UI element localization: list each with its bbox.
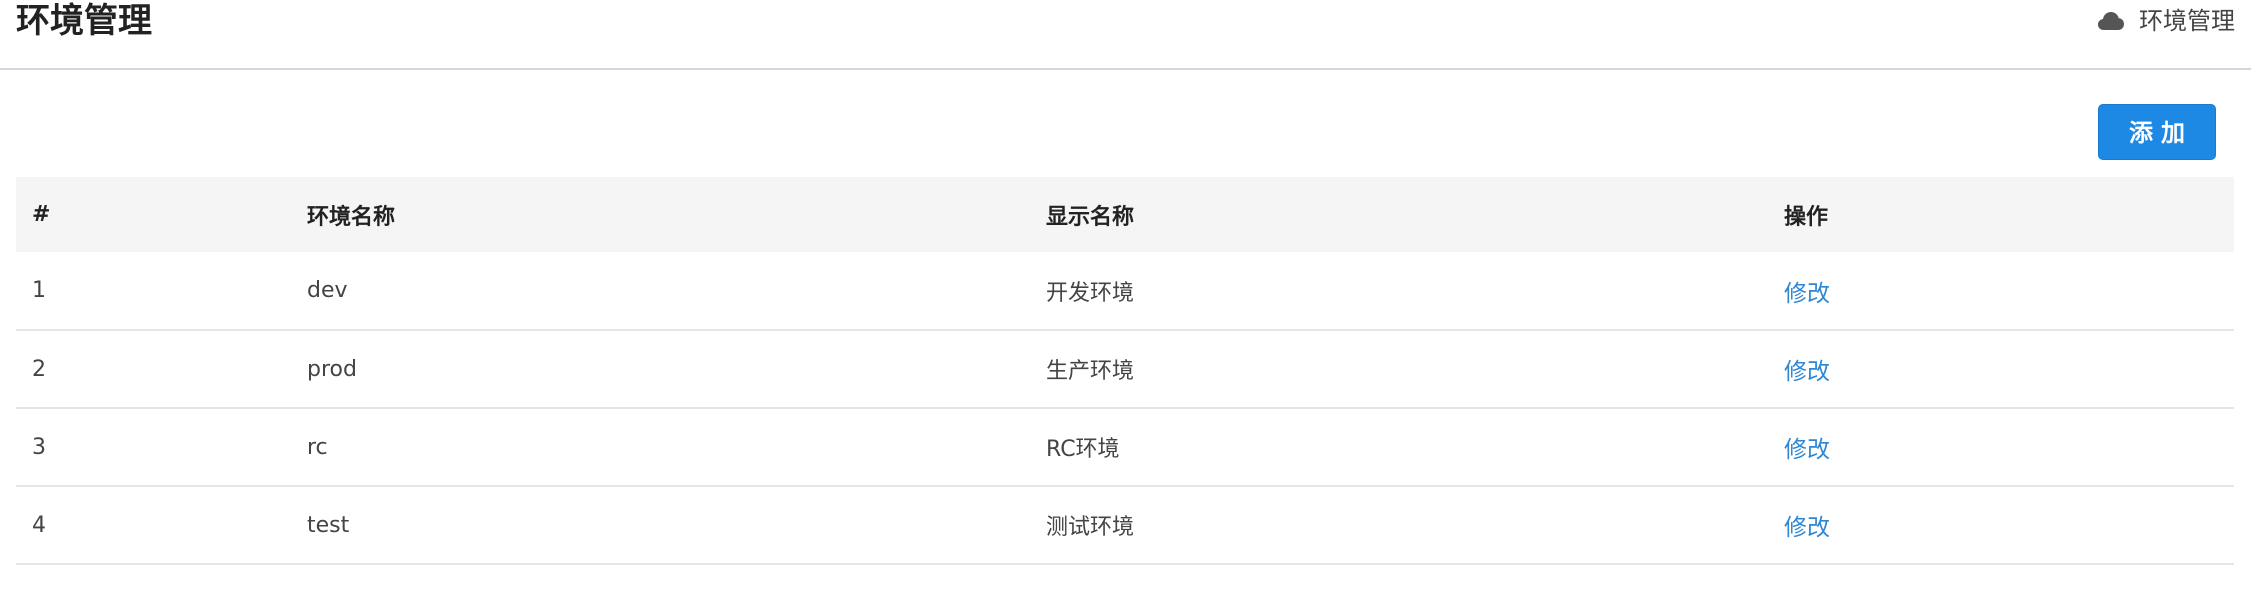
row-env-name: rc (291, 408, 1030, 487)
breadcrumb: 环境管理 (2097, 6, 2235, 36)
edit-link[interactable]: 修改 (1784, 437, 1830, 463)
environment-table: # 环境名称 显示名称 操作 1 dev 开发环境 修改 2 prod 生产环境… (16, 177, 2234, 565)
row-display-name: 测试环境 (1030, 486, 1768, 565)
page-header: 环境管理 环境管理 (0, 0, 2251, 70)
column-header-env-name: 环境名称 (291, 177, 1030, 252)
row-env-name: dev (291, 252, 1030, 331)
table-row: 4 test 测试环境 修改 (16, 486, 2234, 565)
edit-link[interactable]: 修改 (1784, 515, 1830, 541)
row-index: 3 (16, 408, 291, 487)
column-header-number: # (16, 177, 291, 252)
edit-link[interactable]: 修改 (1784, 359, 1830, 385)
table-row: 1 dev 开发环境 修改 (16, 252, 2234, 331)
add-button[interactable]: 添加 (2098, 104, 2216, 160)
breadcrumb-current[interactable]: 环境管理 (2139, 6, 2235, 36)
row-display-name: RC环境 (1030, 408, 1768, 487)
row-display-name: 开发环境 (1030, 252, 1768, 331)
row-display-name: 生产环境 (1030, 330, 1768, 409)
table-row: 2 prod 生产环境 修改 (16, 330, 2234, 409)
edit-link[interactable]: 修改 (1784, 281, 1830, 307)
column-header-actions: 操作 (1768, 177, 2234, 252)
cloud-icon (2097, 11, 2125, 31)
row-env-name: prod (291, 330, 1030, 409)
page-title: 环境管理 (16, 1, 152, 41)
row-actions: 修改 (1768, 252, 2234, 331)
row-index: 1 (16, 252, 291, 331)
table-header-row: # 环境名称 显示名称 操作 (16, 177, 2234, 252)
row-env-name: test (291, 486, 1030, 565)
row-index: 4 (16, 486, 291, 565)
table-row: 3 rc RC环境 修改 (16, 408, 2234, 487)
row-index: 2 (16, 330, 291, 409)
column-header-display-name: 显示名称 (1030, 177, 1768, 252)
row-actions: 修改 (1768, 408, 2234, 487)
row-actions: 修改 (1768, 486, 2234, 565)
row-actions: 修改 (1768, 330, 2234, 409)
